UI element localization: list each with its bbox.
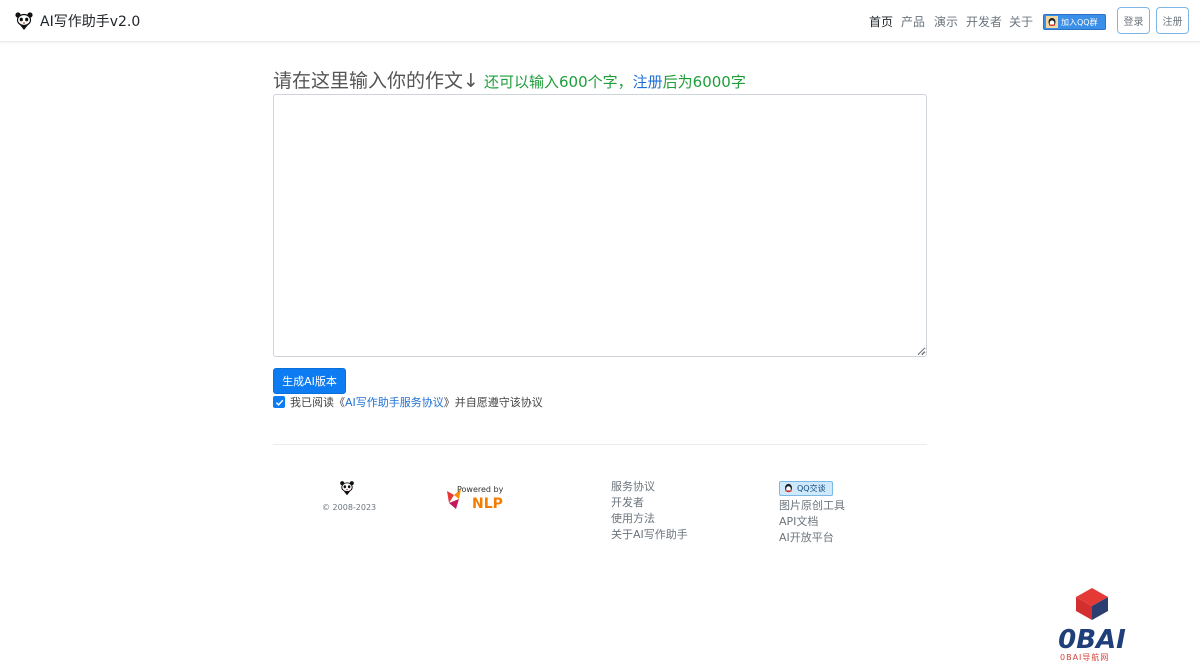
- join-qq-group-button[interactable]: 加入QQ群: [1043, 14, 1106, 30]
- essay-input[interactable]: [273, 94, 927, 357]
- nav-developers[interactable]: 开发者: [966, 13, 1002, 30]
- section-divider: [273, 444, 927, 445]
- panda-logo-icon: [15, 12, 33, 30]
- editor-heading: 请在这里输入你的作文↓ 还可以输入600个字，注册后为6000字: [273, 66, 746, 93]
- hint-register-link[interactable]: 注册: [633, 73, 663, 91]
- generate-ai-version-button[interactable]: 生成AI版本: [273, 368, 346, 394]
- powered-by-nlp-logo: Powered by NLP: [447, 485, 504, 511]
- footer-links-col2: QQ交谈 图片原创工具 API文档 AI开放平台: [779, 479, 845, 546]
- brand-link[interactable]: AI写作助手v2.0: [14, 10, 140, 32]
- copyright-text: © 2008-2023: [322, 503, 377, 512]
- footer-links-col1: 服务协议 开发者 使用方法 关于AI写作助手: [611, 479, 688, 543]
- footer-link-image-tool[interactable]: 图片原创工具: [779, 498, 845, 514]
- top-navbar: AI写作助手v2.0 首页 产品 演示 开发者 关于 加入QQ群 登录 注册: [0, 0, 1200, 42]
- footer-link-developers[interactable]: 开发者: [611, 495, 688, 511]
- char-limit-hint: 还可以输入600个字，: [484, 73, 633, 91]
- nav-about[interactable]: 关于: [1009, 13, 1033, 30]
- agreement-prefix: 我已阅读《: [290, 396, 345, 409]
- footer-link-usage[interactable]: 使用方法: [611, 511, 688, 527]
- nlp-brand-text: NLP: [472, 496, 503, 511]
- qq-penguin-icon: [1046, 16, 1058, 28]
- agreement-row: 我已阅读《 AI写作助手服务协议 》并自愿遵守该协议: [273, 395, 543, 409]
- watermark-subtitle: 0BAI导航网: [1060, 653, 1110, 662]
- qq-talk-button[interactable]: QQ交谈: [779, 481, 833, 496]
- checkmark-icon: [275, 399, 283, 406]
- footer-link-ai-platform[interactable]: AI开放平台: [779, 530, 845, 546]
- brand-title: AI写作助手v2.0: [40, 14, 141, 30]
- nav-demo[interactable]: 演示: [934, 13, 958, 30]
- char-limit-hint-suffix: 后为6000字: [662, 73, 746, 91]
- nav-products[interactable]: 产品: [901, 13, 925, 30]
- qq-icon: [785, 483, 792, 493]
- page-title: 请在这里输入你的作文↓: [273, 70, 479, 92]
- login-button[interactable]: 登录: [1117, 7, 1150, 34]
- footer-link-service-agreement[interactable]: 服务协议: [611, 479, 688, 495]
- watermark-logo-text: 0BAI: [1058, 625, 1126, 655]
- qq-talk-label: QQ交谈: [797, 484, 826, 493]
- footer-panda-logo-icon: [340, 481, 354, 496]
- service-agreement-link[interactable]: AI写作助手服务协议: [345, 394, 444, 410]
- join-qq-group-label: 加入QQ群: [1061, 17, 1098, 27]
- agreement-checkbox[interactable]: [273, 396, 285, 408]
- footer-link-about[interactable]: 关于AI写作助手: [611, 527, 688, 543]
- footer-link-api-docs[interactable]: API文档: [779, 514, 845, 530]
- register-button[interactable]: 注册: [1156, 7, 1189, 34]
- powered-by-text: Powered by: [457, 485, 504, 494]
- nav-home[interactable]: 首页: [869, 13, 893, 30]
- agreement-suffix: 》并自愿遵守该协议: [443, 396, 543, 409]
